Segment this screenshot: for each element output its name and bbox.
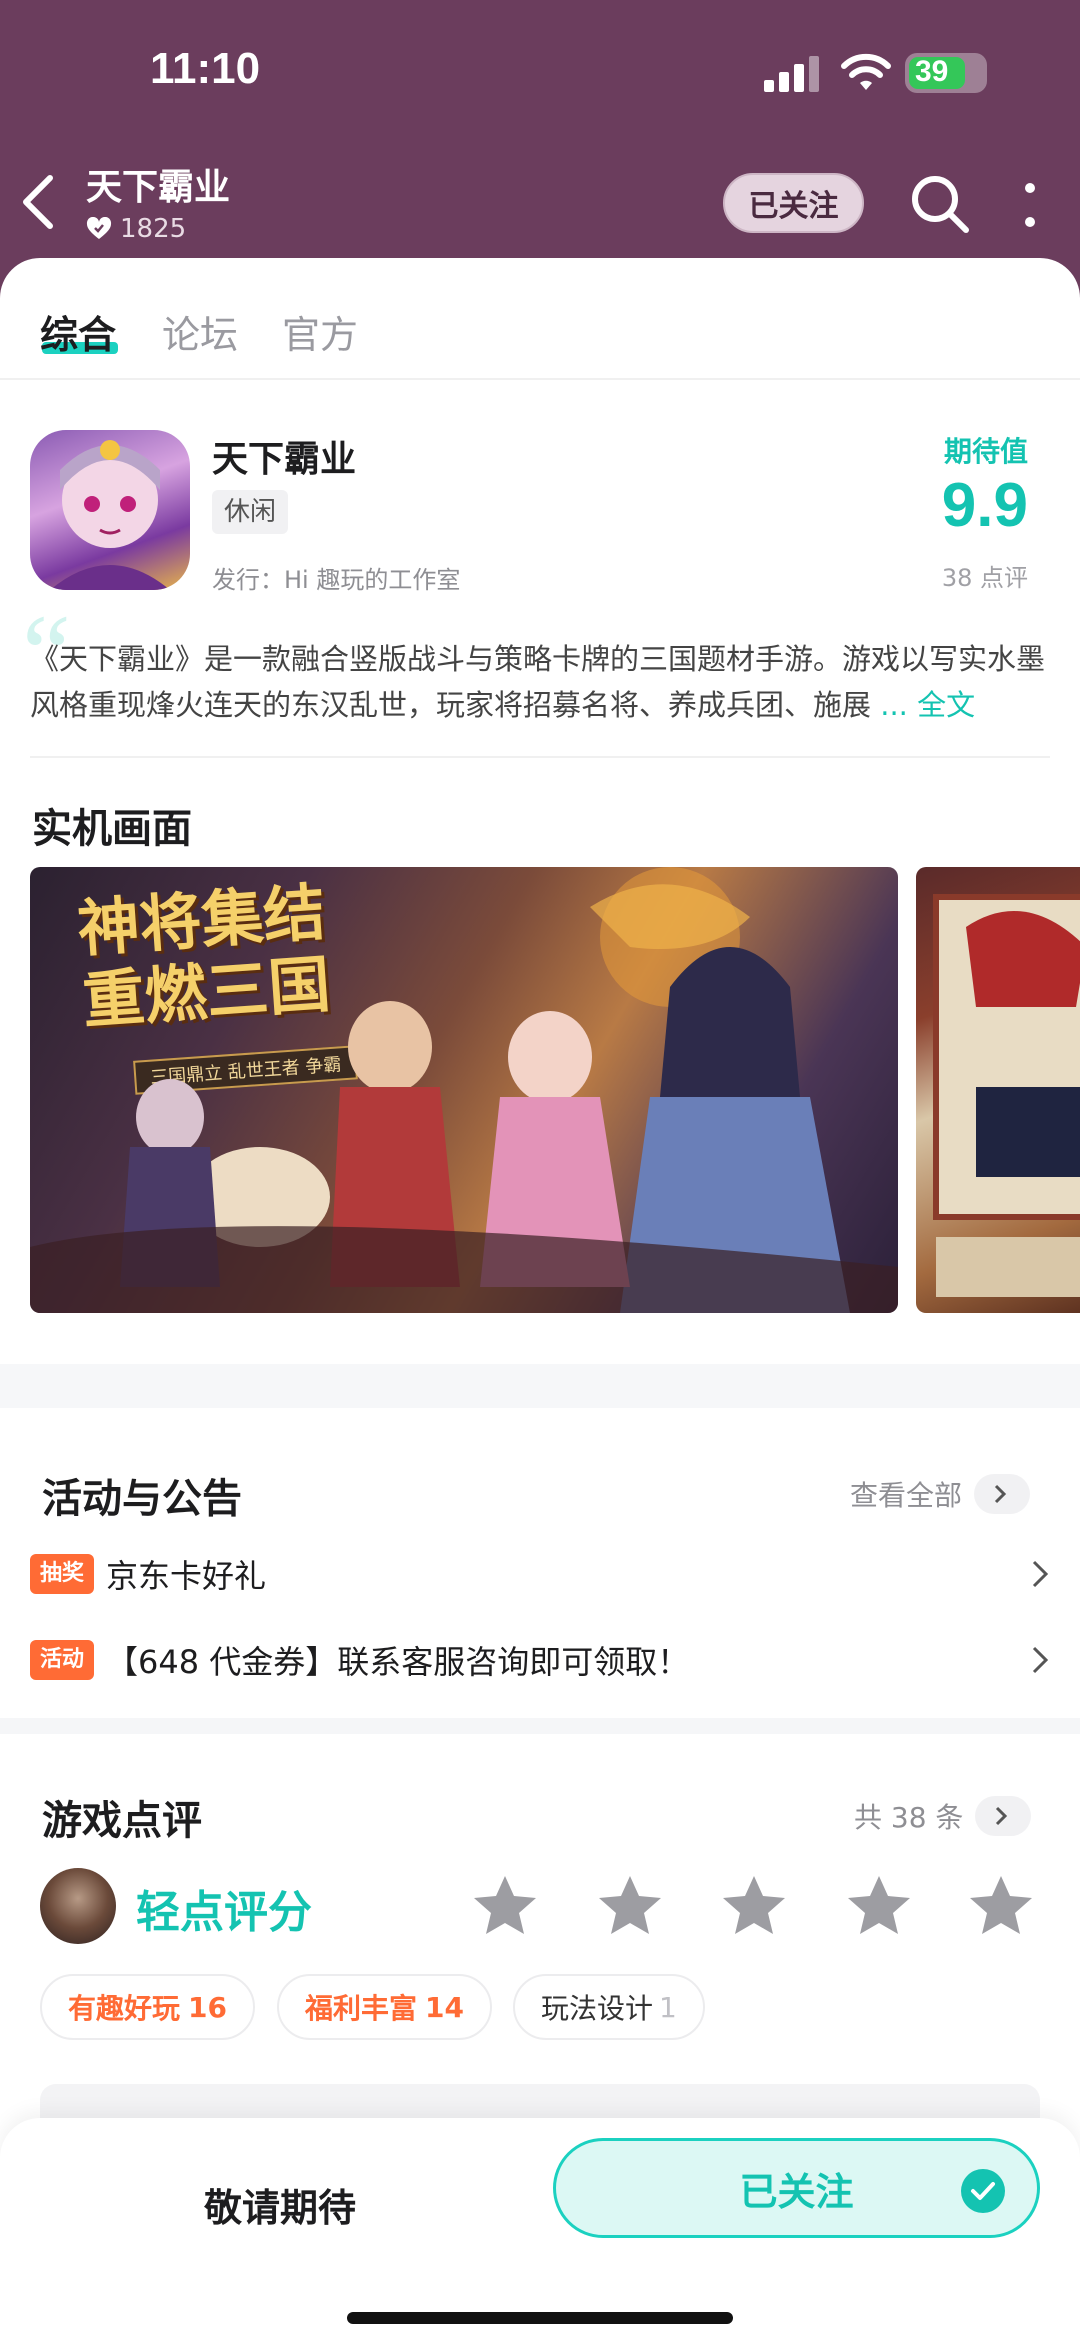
- screenshot-2-image: [933, 894, 1080, 1297]
- star-icon-3[interactable]: [721, 1874, 787, 1936]
- divider: [30, 756, 1050, 758]
- expectation-label: 期待值: [943, 435, 1028, 468]
- events-title: 活动与公告: [42, 1476, 242, 1522]
- screenshots-title: 实机画面: [32, 806, 192, 852]
- heart-icon: [86, 217, 112, 239]
- chevron-right-icon: [1032, 1646, 1049, 1674]
- back-arrow-icon[interactable]: [14, 172, 64, 232]
- screenshot-1[interactable]: 神将集结 重燃三国 三国鼎立 乱世王者 争霸: [30, 867, 898, 1313]
- banner-characters-image: [30, 867, 898, 1313]
- game-genre-tag[interactable]: 休闲: [212, 490, 289, 534]
- game-description[interactable]: 《天下霸业》是一款融合竖版战斗与策略卡牌的三国题材手游。游戏以写实水墨风格重现烽…: [30, 636, 1050, 728]
- reviews-title: 游戏点评: [42, 1798, 202, 1844]
- tag-label: 福利丰富: [305, 1992, 418, 2025]
- tag-label: 玩法设计: [541, 1992, 654, 2025]
- rate-prompt[interactable]: 轻点评分: [136, 1876, 312, 1940]
- tab-bar: 综合 论坛 官方: [0, 258, 1080, 380]
- stay-tuned-button[interactable]: 敬请期待: [130, 2154, 430, 2254]
- game-name: 天下霸业: [212, 439, 357, 480]
- chevron-right-icon: [1032, 1560, 1049, 1588]
- review-tag-fun[interactable]: 有趣好玩 16: [40, 1974, 255, 2040]
- avatar: [40, 1868, 116, 1944]
- game-publisher[interactable]: 发行：Hi 趣玩的工作室: [212, 560, 460, 595]
- search-icon[interactable]: [908, 172, 972, 236]
- review-tag-benefits[interactable]: 福利丰富 14: [277, 1974, 492, 2040]
- tab-overview[interactable]: 综合: [40, 304, 116, 359]
- follower-number: 1825: [120, 214, 187, 244]
- bottom-action-bar: 敬请期待 已关注: [0, 2118, 1080, 2341]
- screenshot-2[interactable]: [916, 867, 1080, 1313]
- event-item-1[interactable]: 抽奖 京东卡好礼: [30, 1550, 1050, 1598]
- review-tag-design[interactable]: 玩法设计 1: [513, 1974, 705, 2040]
- star-icon-2[interactable]: [597, 1874, 663, 1936]
- view-all-label: 查看全部: [850, 1479, 963, 1512]
- event-item-2[interactable]: 活动 【648 代金券】联系客服咨询即可领取！: [30, 1636, 1050, 1684]
- reviews-total: 共 38 条: [854, 1801, 964, 1834]
- tag-count: 1: [659, 1990, 677, 2024]
- star-icon-4[interactable]: [846, 1874, 912, 1936]
- tab-official[interactable]: 官方: [282, 304, 358, 359]
- followed-button[interactable]: 已关注: [553, 2138, 1040, 2238]
- star-icon-5[interactable]: [968, 1874, 1034, 1936]
- chevron-right-icon: [975, 1796, 1032, 1836]
- chevron-right-icon: [974, 1474, 1031, 1514]
- more-options-icon[interactable]: [1020, 180, 1040, 230]
- section-separator: [0, 1718, 1080, 1734]
- section-separator: [0, 1364, 1080, 1408]
- page-title: 天下霸业: [86, 167, 231, 208]
- home-indicator[interactable]: [347, 2312, 733, 2324]
- cellular-signal-icon: [764, 56, 819, 92]
- status-bar: 11:10 39: [0, 0, 1080, 150]
- expectation-score: 9.9: [941, 471, 1028, 540]
- view-all-link[interactable]: 查看全部: [850, 1474, 1031, 1514]
- game-character-icon: [50, 440, 170, 590]
- event-badge: 抽奖: [30, 1554, 95, 1594]
- tag-count: 14: [425, 1990, 464, 2024]
- battery-icon: 39: [905, 53, 987, 93]
- follower-count: 1825: [86, 214, 186, 244]
- followed-label: 已关注: [739, 2169, 854, 2214]
- rating-count[interactable]: 38 点评: [942, 558, 1028, 593]
- wifi-icon: [841, 53, 891, 90]
- status-time: 11:10: [150, 44, 261, 93]
- event-text: 【648 代金券】联系客服咨询即可领取！: [106, 1643, 690, 1681]
- tag-count: 16: [188, 1990, 227, 2024]
- star-icon-1[interactable]: [472, 1874, 538, 1936]
- event-text: 京东卡好礼: [106, 1557, 267, 1595]
- check-icon: [961, 2169, 1005, 2213]
- battery-level: 39: [915, 55, 949, 88]
- tab-forum[interactable]: 论坛: [162, 304, 238, 359]
- read-more-link[interactable]: ... 全文: [880, 688, 975, 722]
- follow-button[interactable]: 已关注: [723, 173, 864, 233]
- reviews-total-link[interactable]: 共 38 条: [854, 1796, 1032, 1836]
- game-icon[interactable]: [30, 430, 190, 590]
- tag-label: 有趣好玩: [68, 1992, 181, 2025]
- event-badge: 活动: [30, 1640, 95, 1680]
